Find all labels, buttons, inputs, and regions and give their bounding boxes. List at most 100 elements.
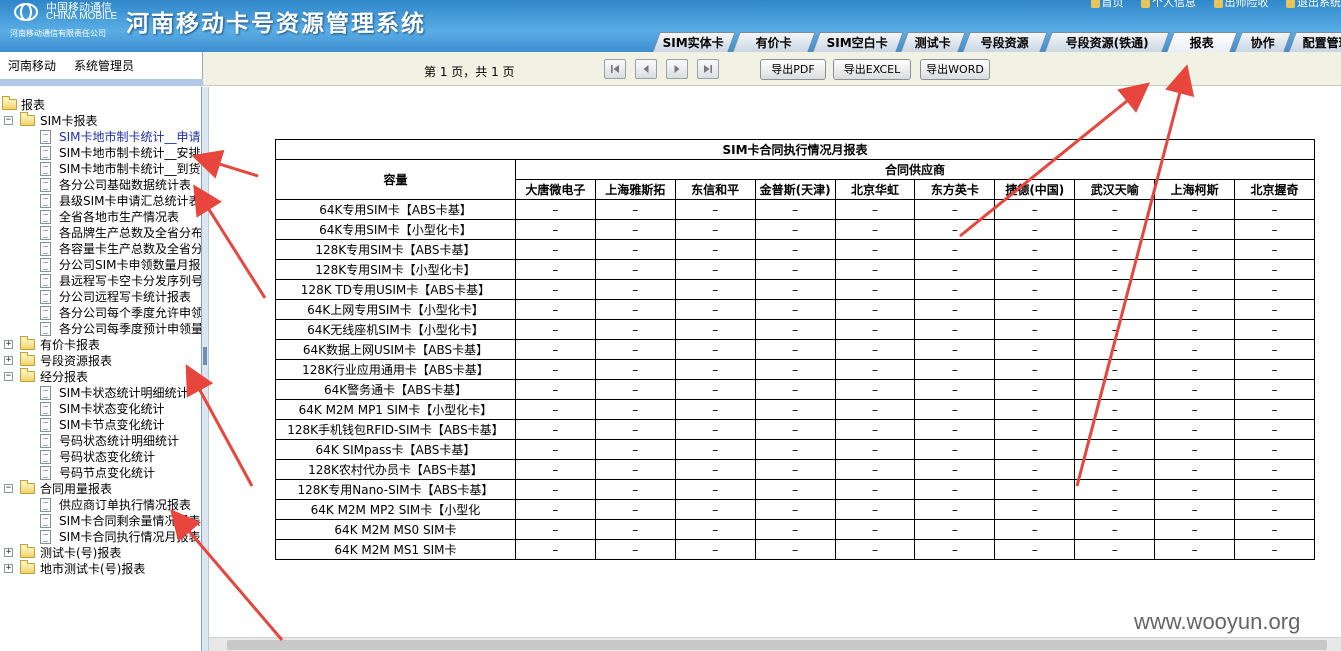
scrollbar-thumb[interactable]	[227, 640, 1327, 650]
export-pdf-button[interactable]: 导出PDF	[760, 59, 826, 80]
value-cell: –	[1154, 419, 1236, 440]
tree-sim-item[interactable]: 县远程写卡空卡分发序列号	[0, 273, 201, 289]
tree-business-item[interactable]: SIM卡状态统计明细统计	[0, 385, 200, 401]
tab-collaboration[interactable]: 协作	[1234, 32, 1292, 52]
tree-group-test[interactable]: + 测试卡(号)报表	[0, 544, 200, 561]
value-cell: –	[1074, 459, 1156, 480]
tree-sim-item[interactable]: 各分公司每季度预计申领量	[0, 321, 201, 337]
last-page-button[interactable]	[697, 59, 719, 79]
value-cell: –	[754, 479, 836, 500]
tree-sim-item[interactable]: 分公司SIM卡申领数量月报	[0, 257, 201, 273]
value-cell: –	[674, 239, 756, 260]
capacity-cell: 128K专用SIM卡【小型化卡】	[275, 259, 516, 280]
tree-sim-item-label: SIM卡地市制卡统计__申请	[59, 130, 201, 144]
tree-contract-item[interactable]: SIM卡合同剩余量情况报表	[0, 513, 201, 529]
value-cell: –	[834, 299, 916, 320]
export-excel-button[interactable]: 导出EXCEL	[833, 59, 911, 80]
tree-sim-item[interactable]: SIM卡地市制卡统计__申请	[0, 129, 201, 145]
value-cell: –	[1154, 379, 1236, 400]
supplier-header: 北京华虹	[834, 179, 916, 200]
table-row: 64K专用SIM卡【小型化卡】 – – – – – – – – – –	[275, 219, 1315, 240]
tree-group-business[interactable]: − 经分报表	[0, 368, 200, 385]
table-row: 128K手机钱包RFID-SIM卡【ABS卡基】 – – – – – – – – – –	[275, 419, 1315, 440]
tree-sim-item[interactable]: 各容量卡生产总数及全省分布	[0, 241, 201, 257]
first-page-button[interactable]	[604, 59, 626, 79]
capacity-cell: 128K专用SIM卡【ABS卡基】	[275, 239, 516, 260]
value-cell: –	[1154, 279, 1236, 300]
report-doc-icon	[40, 274, 51, 288]
collapse-icon: −	[4, 115, 13, 125]
tree-sim-item[interactable]: 分公司远程写卡统计报表	[0, 289, 200, 305]
table-row: 64K上网专用SIM卡【小型化卡】 – – – – – – – – – –	[275, 299, 1315, 320]
capacity-cell: 128K农村代办员卡【ABS卡基】	[275, 459, 516, 480]
tree-sim-item[interactable]: SIM卡地市制卡统计__到货	[0, 161, 201, 177]
value-cell: –	[754, 419, 836, 440]
tree-business-item[interactable]: SIM卡状态变化统计	[0, 401, 200, 417]
value-cell: –	[834, 459, 916, 480]
tree-group-sim[interactable]: − SIM卡报表	[0, 112, 200, 129]
tab-prepaid-card[interactable]: 有价卡	[732, 32, 816, 52]
tree-business-item[interactable]: 号码节点变化统计	[0, 465, 200, 481]
value-cell: –	[514, 379, 596, 400]
tree-contract-item[interactable]: 供应商订单执行情况报表	[0, 497, 200, 513]
misc-link[interactable]: 出师险收	[1213, 0, 1269, 9]
value-cell: –	[754, 439, 836, 460]
tab-number-segment-tietong[interactable]: 号段资源(铁通)	[1044, 32, 1170, 52]
link-icon	[1213, 0, 1223, 8]
tree-group-contract[interactable]: − 合同用量报表	[0, 480, 200, 497]
tree-sim-item[interactable]: 各分公司每个季度允许申领	[0, 305, 201, 321]
prev-page-button[interactable]	[635, 59, 657, 79]
tree-sim-item[interactable]: 县级SIM卡申请汇总统计表	[0, 193, 201, 209]
value-cell: –	[914, 339, 996, 360]
table-row: 128K行业应用通用卡【ABS卡基】 – – – – – – – – – –	[275, 359, 1315, 380]
tree-business-item[interactable]: 号码状态变化统计	[0, 449, 200, 465]
tree-sim-item[interactable]: 各分公司基础数据统计表	[0, 177, 200, 193]
tree-group-city-test[interactable]: + 地市测试卡(号)报表	[0, 560, 200, 577]
value-cell: –	[674, 259, 756, 280]
top-links: 首页 个人信息 出师险收 退出系统	[1077, 0, 1341, 9]
tab-sim-blank-card[interactable]: SIM空白卡	[812, 32, 904, 52]
value-cell: –	[1154, 499, 1236, 520]
home-link[interactable]: 首页	[1090, 0, 1124, 9]
tree-contract-item[interactable]: SIM卡合同执行情况月报表	[0, 529, 201, 545]
value-cell: –	[994, 359, 1076, 380]
report-doc-icon	[40, 450, 51, 464]
tab-number-segment[interactable]: 号段资源	[962, 32, 1048, 52]
logout-link[interactable]: 退出系统	[1286, 0, 1341, 9]
tree-root[interactable]: 报表	[0, 96, 200, 113]
value-cell: –	[914, 199, 996, 220]
supplier-header: 东信和平	[674, 179, 756, 200]
value-cell: –	[994, 479, 1076, 500]
report-doc-icon	[40, 290, 51, 304]
table-row: 64K数据上网USIM卡【ABS卡基】 – – – – – – – – – –	[275, 339, 1315, 360]
value-cell: –	[754, 459, 836, 480]
horizontal-scrollbar[interactable]	[209, 637, 1341, 651]
export-word-button[interactable]: 导出WORD	[920, 59, 990, 80]
pane-splitter[interactable]	[201, 87, 209, 651]
value-cell: –	[514, 519, 596, 540]
tree-business-item-label: 号码状态变化统计	[59, 450, 156, 464]
capacity-cell: 64K上网专用SIM卡【小型化卡】	[275, 299, 516, 320]
tree-sim-item[interactable]: 各品牌生产总数及全省分布	[0, 225, 201, 241]
tree-sim-item-label: 分公司SIM卡申领数量月报	[59, 258, 201, 272]
profile-link[interactable]: 个人信息	[1141, 0, 1196, 9]
value-cell: –	[834, 199, 916, 220]
tab-test-card[interactable]: 测试卡	[900, 32, 966, 52]
tree-group-segment[interactable]: + 号段资源报表	[0, 352, 200, 369]
splitter-handle[interactable]	[203, 347, 207, 365]
tree-sim-item[interactable]: 全省各地市生产情况表	[0, 209, 200, 225]
next-page-button[interactable]	[666, 59, 688, 79]
value-cell: –	[514, 199, 596, 220]
tab-sim-card[interactable]: SIM实体卡	[652, 32, 736, 52]
tree-sim-item[interactable]: SIM卡地市制卡统计__安排	[0, 145, 201, 161]
tree-business-item[interactable]: SIM卡节点变化统计	[0, 417, 200, 433]
tab-config[interactable]: 配置管理	[1288, 32, 1341, 52]
tab-reports[interactable]: 报表	[1166, 32, 1238, 52]
tree-business-item-label: 号码状态统计明细统计	[59, 434, 180, 448]
tree-group-prepaid[interactable]: + 有价卡报表	[0, 336, 200, 353]
value-cell: –	[994, 439, 1076, 460]
tree-business-item[interactable]: 号码状态统计明细统计	[0, 433, 200, 449]
tree-sim-item-label: 各品牌生产总数及全省分布	[59, 226, 201, 240]
table-row: 128K专用Nano-SIM卡【ABS卡基】 – – – – – – – – – –	[275, 479, 1315, 500]
value-cell: –	[1154, 319, 1236, 340]
